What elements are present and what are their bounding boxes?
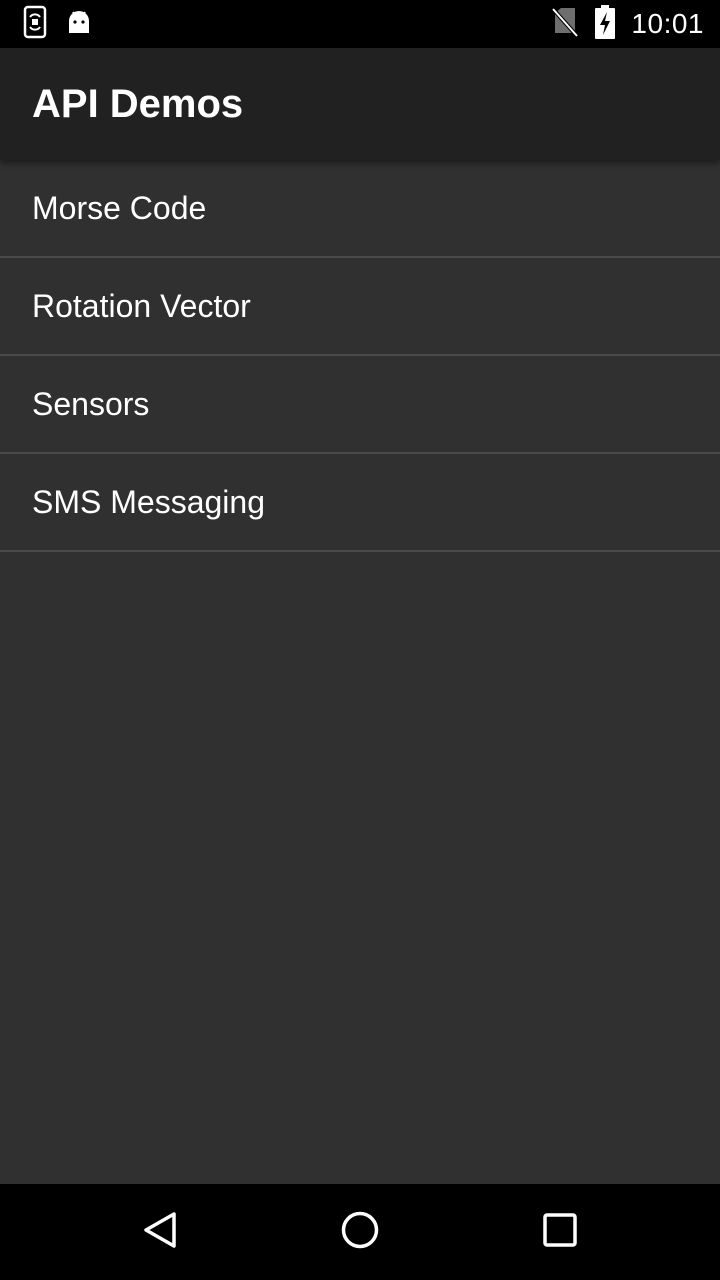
status-right-icons: 10:01 <box>551 0 704 48</box>
list-item-morse-code[interactable]: Morse Code <box>0 160 720 258</box>
home-button[interactable] <box>312 1184 408 1280</box>
navigation-bar <box>0 1184 720 1280</box>
app-bar: API Demos <box>0 48 720 160</box>
recents-button[interactable] <box>512 1184 608 1280</box>
list-item-sms-messaging[interactable]: SMS Messaging <box>0 454 720 552</box>
list-item-sensors[interactable]: Sensors <box>0 356 720 454</box>
battery-charging-icon <box>595 4 616 44</box>
status-clock: 10:01 <box>631 8 704 39</box>
page-title: API Demos <box>32 82 244 126</box>
status-bar: 10:01 <box>0 0 720 48</box>
back-button[interactable] <box>112 1184 208 1280</box>
screen-rotation-icon <box>22 5 48 44</box>
recents-icon <box>542 1212 578 1253</box>
demo-list: Morse Code Rotation Vector Sensors SMS M… <box>0 160 720 552</box>
no-sim-icon <box>551 7 579 42</box>
back-icon <box>140 1210 180 1255</box>
list-item-rotation-vector[interactable]: Rotation Vector <box>0 258 720 356</box>
status-left-icons <box>22 5 92 44</box>
android-icon <box>66 9 92 40</box>
home-icon <box>340 1210 380 1255</box>
